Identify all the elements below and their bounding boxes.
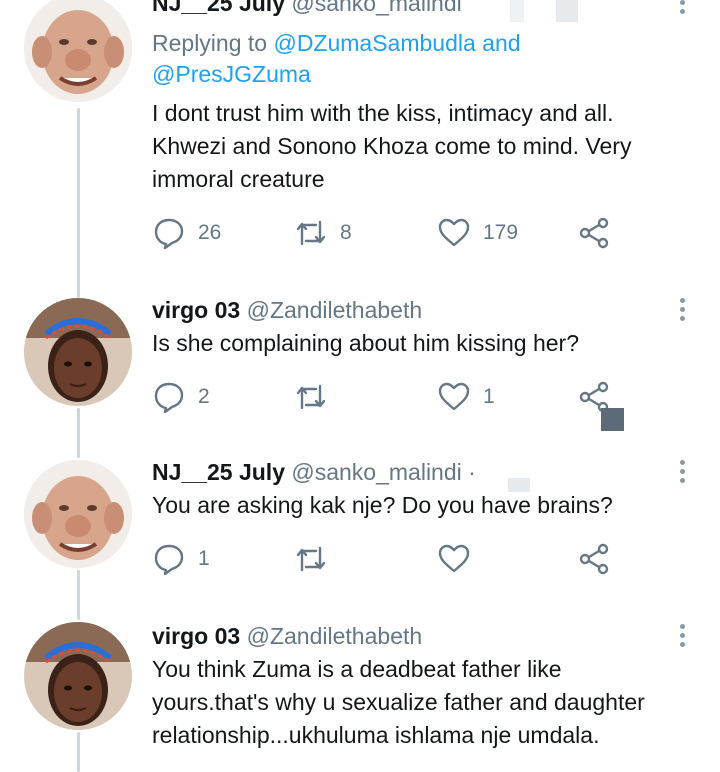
user-handle[interactable]: @Zandilethabeth — [247, 623, 423, 649]
reply-icon — [154, 218, 184, 250]
reply-button[interactable]: 2 — [152, 380, 210, 414]
reply-count: 26 — [198, 221, 222, 244]
retweet-button[interactable] — [294, 542, 340, 576]
user-handle[interactable]: @Zandilethabeth — [247, 297, 423, 323]
avatar[interactable] — [24, 622, 132, 730]
more-icon[interactable] — [678, 460, 686, 483]
user-handle[interactable]: @sanko_malindi — [291, 459, 461, 485]
retweet-button[interactable]: 8 — [294, 216, 352, 250]
mention-link[interactable]: @PresJGZuma — [152, 61, 311, 87]
image-artifact — [508, 478, 530, 492]
display-name[interactable]: NJ__25 July — [152, 459, 285, 485]
image-artifact — [601, 408, 624, 431]
user-handle[interactable]: @sanko_malindi — [291, 0, 461, 16]
tweet-text: You think Zuma is a deadbeat father like… — [152, 656, 645, 748]
tweet-actions: 2 1 — [152, 380, 632, 420]
tweet-text: You are asking kak nje? Do you have brai… — [152, 492, 613, 518]
separator: · — [468, 459, 476, 485]
like-icon — [438, 218, 470, 247]
retweet-button[interactable] — [294, 380, 340, 414]
share-icon — [579, 543, 609, 575]
like-button[interactable]: 179 — [437, 216, 518, 250]
tweet-text: Is she complaining about him kissing her… — [152, 330, 580, 356]
retweet-count: 8 — [340, 221, 352, 244]
image-artifact — [510, 0, 524, 22]
share-button[interactable] — [577, 542, 611, 576]
tweet-actions: 1 — [152, 542, 632, 582]
thread-line — [77, 108, 80, 298]
tweet-header: virgo 03 @Zandilethabeth — [152, 621, 670, 651]
retweet-icon — [296, 546, 326, 572]
tweet-text: I dont trust him with the kiss, intimacy… — [152, 100, 632, 192]
thread-line — [77, 408, 80, 458]
thread-line — [77, 732, 80, 772]
avatar[interactable] — [24, 460, 132, 568]
tweet-header: NJ__25 July @sanko_malindi — [152, 0, 670, 18]
reply-button[interactable]: 26 — [152, 216, 221, 250]
like-icon — [438, 544, 470, 573]
reply-icon — [154, 382, 184, 414]
display-name[interactable]: virgo 03 — [152, 297, 240, 323]
reply-count: 1 — [198, 547, 210, 570]
like-button[interactable] — [437, 542, 483, 576]
reply-button[interactable]: 1 — [152, 542, 210, 576]
reply-count: 2 — [198, 385, 210, 408]
display-name[interactable]: NJ__25 July — [152, 0, 285, 16]
like-button[interactable]: 1 — [437, 380, 495, 414]
tweet-header: NJ__25 July @sanko_malindi · — [152, 457, 670, 487]
more-icon[interactable] — [678, 298, 686, 321]
tweet-actions: 26 8 179 — [152, 216, 632, 256]
display-name[interactable]: virgo 03 — [152, 623, 240, 649]
like-icon — [438, 382, 470, 411]
mention-link[interactable]: @DZumaSambudla — [273, 30, 475, 56]
share-button[interactable] — [577, 216, 611, 250]
avatar[interactable] — [24, 298, 132, 406]
more-icon[interactable] — [678, 624, 686, 647]
reply-icon — [154, 544, 184, 576]
image-artifact — [556, 0, 578, 22]
replying-to: Replying to @DZumaSambudla and @PresJGZu… — [152, 30, 521, 87]
thread-line — [77, 570, 80, 620]
like-count: 179 — [483, 221, 519, 244]
more-icon[interactable] — [678, 0, 686, 14]
tweet-header: virgo 03 @Zandilethabeth — [152, 295, 670, 325]
retweet-icon — [296, 384, 326, 410]
share-icon — [579, 217, 609, 249]
avatar[interactable] — [24, 0, 132, 102]
retweet-icon — [296, 220, 326, 246]
like-count: 1 — [483, 385, 495, 408]
